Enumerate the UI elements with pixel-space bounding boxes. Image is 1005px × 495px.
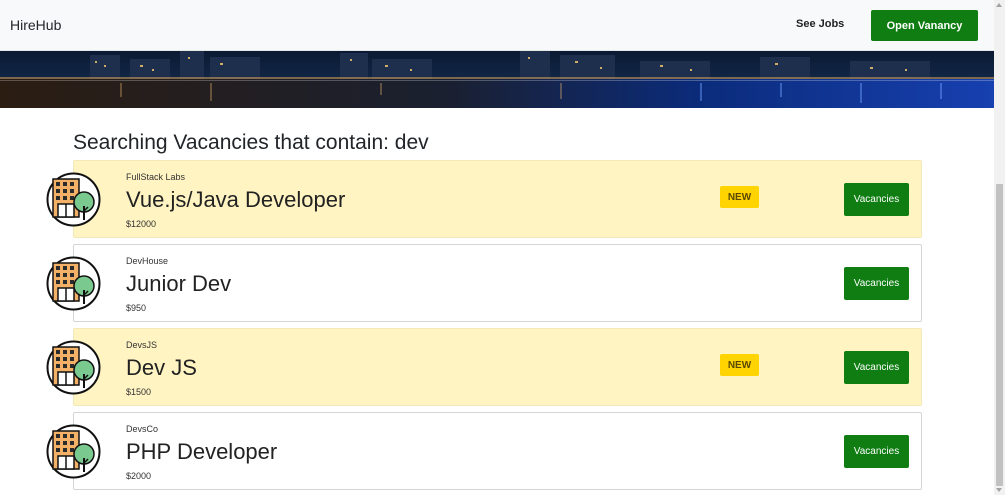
job-card: DevHouse Junior Dev $950 Vacancies — [73, 244, 922, 322]
open-vacancy-button[interactable]: Open Vanancy — [871, 10, 978, 41]
see-jobs-link[interactable]: See Jobs — [796, 18, 844, 30]
triangle-down-icon[interactable] — [996, 488, 1002, 492]
vertical-scrollbar[interactable] — [994, 0, 1005, 495]
job-card: FullStack Labs Vue.js/Java Developer $12… — [73, 160, 922, 238]
job-title: Junior Dev — [126, 271, 232, 296]
brand-logo-text[interactable]: HireHub — [10, 17, 61, 33]
new-badge: NEW — [720, 354, 759, 376]
company-name: FullStack Labs — [126, 172, 186, 182]
vacancies-button[interactable]: Vacancies — [844, 351, 909, 384]
city-skyline-image — [0, 51, 994, 108]
job-salary: $2000 — [126, 471, 152, 481]
building-tree-icon — [46, 340, 101, 395]
new-badge: NEW — [720, 186, 759, 208]
hero-banner-image — [0, 51, 994, 108]
building-tree-icon — [46, 172, 101, 227]
building-tree-icon — [46, 424, 101, 479]
company-name: DevsJS — [126, 340, 158, 350]
job-card: DevsCo PHP Developer $2000 Vacancies — [73, 412, 922, 490]
company-name: DevsCo — [126, 424, 159, 434]
job-card: DevsJS Dev JS $1500 NEW Vacancies — [73, 328, 922, 406]
company-name: DevHouse — [126, 256, 169, 266]
building-tree-icon — [46, 256, 101, 311]
search-results-heading: Searching Vacancies that contain: dev — [73, 131, 429, 154]
vacancies-button[interactable]: Vacancies — [844, 435, 909, 468]
navbar: HireHub See Jobs Open Vanancy — [0, 0, 994, 51]
vacancies-button[interactable]: Vacancies — [844, 267, 909, 300]
job-title: PHP Developer — [126, 439, 278, 464]
job-salary: $12000 — [126, 219, 157, 229]
job-salary: $1500 — [126, 387, 152, 397]
scrollbar-thumb[interactable] — [996, 184, 1003, 486]
job-title: Vue.js/Java Developer — [126, 187, 346, 212]
job-title: Dev JS — [126, 355, 197, 380]
page: HireHub See Jobs Open Vanancy Searching … — [0, 0, 1005, 495]
triangle-up-icon[interactable] — [996, 3, 1002, 7]
vacancies-button[interactable]: Vacancies — [844, 183, 909, 216]
job-salary: $950 — [126, 303, 147, 313]
